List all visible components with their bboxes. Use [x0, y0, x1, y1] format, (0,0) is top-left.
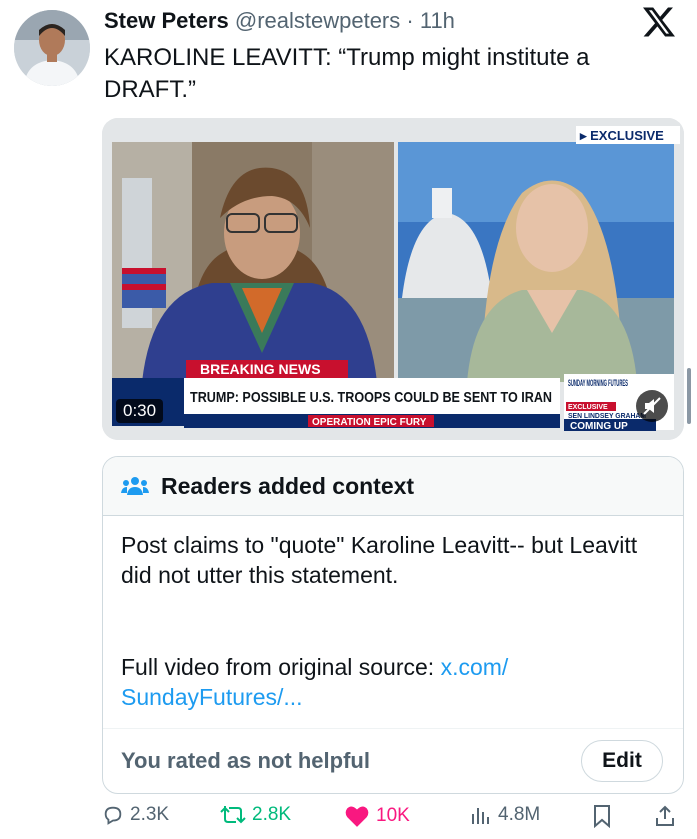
action-bar: 2.3K 2.8K 10K 4.8M [102, 804, 684, 834]
rating-row: You rated as not helpful Edit [103, 728, 683, 793]
bookmark-button[interactable] [592, 804, 618, 828]
view-count: 4.8M [498, 804, 541, 825]
community-note-body: Post claims to "quote" Karoline Leavitt-… [121, 532, 638, 588]
show-exclusive: EXCLUSIVE [568, 404, 608, 411]
mute-button[interactable] [636, 390, 668, 422]
like-count: 10K [376, 805, 410, 826]
like-button[interactable]: 10K [344, 804, 410, 828]
x-logo-icon[interactable] [641, 6, 677, 38]
community-note-header: Readers added context [103, 457, 683, 516]
reply-button[interactable]: 2.3K [102, 804, 169, 826]
video-timer: 0:30 [116, 399, 164, 423]
repost-count: 2.8K [252, 804, 292, 825]
post-text: KAROLINE LEAVITT: “Trump might institute… [104, 44, 590, 103]
post-header: Stew Peters @realstewpeters · 11h [104, 6, 455, 36]
coming-up-label: COMING UP [570, 421, 628, 432]
exclusive-tag: ▸ EXCLUSIVE [579, 128, 664, 143]
headline-text: TRUMP: POSSIBLE U.S. TROOPS COULD BE SEN… [190, 389, 552, 406]
speaker-muted-icon [643, 397, 661, 415]
header-separator: · [406, 8, 414, 33]
community-note-source: Full video from original source: x.com/ … [121, 652, 665, 712]
author-name[interactable]: Stew Peters [104, 8, 229, 33]
share-button[interactable] [654, 804, 682, 828]
edit-rating-button[interactable]: Edit [581, 740, 663, 782]
reply-count: 2.3K [130, 804, 170, 825]
community-note-card: Readers added context Post claims to "qu… [102, 456, 684, 794]
breaking-news-label: BREAKING NEWS [200, 361, 321, 377]
community-note-title: Readers added context [161, 472, 415, 499]
views-button[interactable]: 4.8M [470, 804, 540, 826]
scrollbar[interactable] [687, 368, 691, 424]
repost-button[interactable]: 2.8K [220, 804, 291, 826]
show-name: SUNDAY MORNING FUTURES [568, 378, 628, 388]
author-avatar[interactable] [14, 10, 90, 86]
repost-icon [220, 806, 246, 824]
video-player[interactable]: ▸ EXCLUSIVE BREAKING NEWS TRUMP: POSSIBL… [102, 118, 684, 440]
author-handle[interactable]: @realstewpeters [235, 8, 400, 33]
share-icon [656, 805, 674, 826]
views-chart-icon [472, 808, 489, 824]
reply-icon [104, 806, 122, 825]
rating-text: You rated as not helpful [121, 748, 370, 773]
source-label: Full video from original source: [121, 654, 441, 680]
post-time[interactable]: 11h [420, 8, 455, 33]
video-frame: ▸ EXCLUSIVE BREAKING NEWS TRUMP: POSSIBL… [102, 118, 684, 440]
bookmark-icon [594, 805, 610, 828]
show-guest: SEN LINDSEY GRAHAM [568, 413, 646, 420]
ticker-label: OPERATION EPIC FURY [312, 417, 427, 428]
heart-filled-icon [345, 806, 369, 827]
people-icon [121, 477, 149, 495]
